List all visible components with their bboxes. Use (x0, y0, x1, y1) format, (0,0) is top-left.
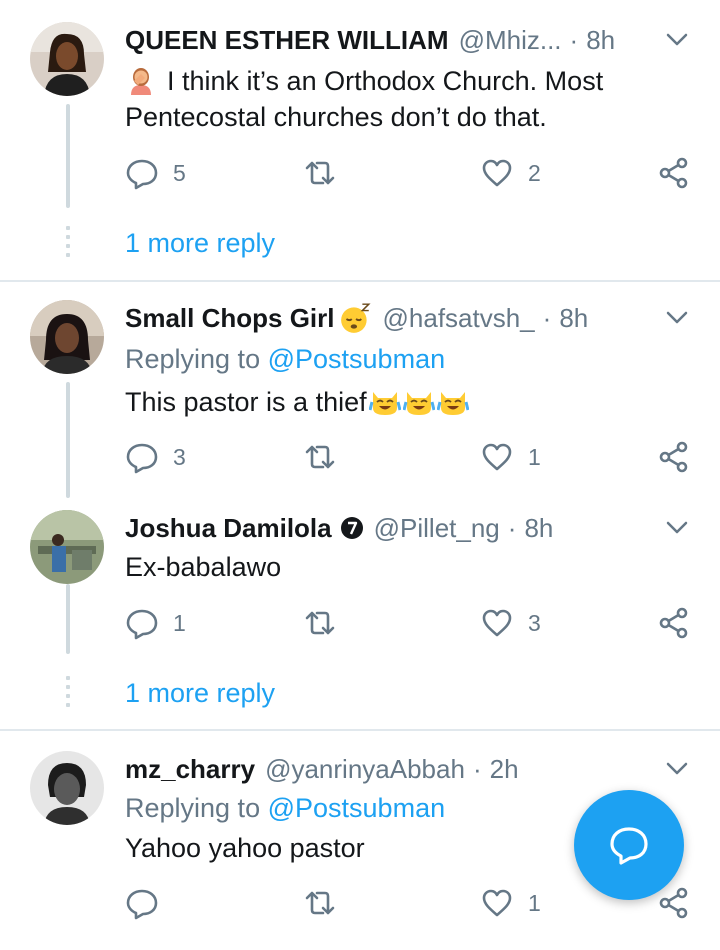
reply-button[interactable]: 1 (125, 603, 186, 643)
username[interactable]: @Mhiz... (459, 25, 562, 56)
replying-to: Replying to @Postsubman (125, 790, 445, 826)
more-replies-link[interactable]: 1 more reply (125, 225, 275, 261)
share-button[interactable] (657, 437, 691, 477)
reply-button[interactable]: 3 (125, 437, 186, 477)
reply-count: 3 (173, 443, 186, 470)
retweet-icon (305, 891, 335, 915)
retweet-button[interactable] (303, 883, 351, 923)
username[interactable]: @hafsatvsh_ (383, 303, 535, 334)
reply-count: 1 (173, 609, 186, 636)
share-icon (659, 441, 688, 473)
cat-tears-of-joy-emoji-icon (402, 392, 435, 415)
retweet-button[interactable] (303, 603, 351, 643)
share-icon (659, 607, 688, 639)
timestamp[interactable]: 8h (524, 513, 553, 544)
chevron-down-icon[interactable] (664, 514, 690, 540)
timestamp[interactable]: 8h (586, 25, 615, 56)
chevron-down-icon[interactable] (664, 755, 690, 781)
reply-icon (126, 889, 158, 920)
reply-count: 5 (173, 159, 186, 186)
display-name[interactable]: Small Chops Girl (125, 303, 335, 334)
display-name[interactable]: QUEEN ESTHER WILLIAM (125, 25, 449, 56)
cat-tears-of-joy-emoji-icon (436, 392, 469, 415)
avatar[interactable] (30, 510, 104, 584)
retweet-icon (305, 611, 335, 635)
reply-icon (126, 609, 158, 640)
like-icon (482, 889, 512, 917)
retweet-button[interactable] (303, 153, 351, 193)
share-button[interactable] (657, 153, 691, 193)
replying-to: Replying to @Postsubman (125, 341, 445, 377)
avatar[interactable] (30, 751, 104, 825)
like-button[interactable]: 3 (480, 603, 541, 643)
replying-to-label: Replying to (125, 344, 261, 374)
like-button[interactable]: 2 (480, 153, 541, 193)
reply-icon (126, 159, 158, 190)
tweet-3[interactable]: Joshua Damilola @Pillet_ng · 8h Ex-babal… (0, 490, 720, 728)
share-button[interactable] (657, 883, 691, 923)
avatar[interactable] (30, 22, 104, 96)
tweet-1[interactable]: QUEEN ESTHER WILLIAM @Mhiz... · 8h I thi… (0, 0, 720, 280)
retweet-button[interactable] (303, 437, 351, 477)
tweet-text: I think it’s an Orthodox Church. Most Pe… (125, 66, 604, 132)
like-icon (482, 159, 512, 187)
username[interactable]: @yanrinyaAbbah (265, 754, 465, 785)
tweet-2[interactable]: Small Chops Girl @hafsatvsh_ · 8h Replyi… (0, 282, 720, 498)
replying-to-label: Replying to (125, 793, 261, 823)
retweet-icon (305, 161, 335, 185)
tweet-actions: 3 1 (125, 437, 695, 477)
like-count: 1 (528, 443, 541, 470)
timestamp[interactable]: 8h (559, 303, 588, 334)
sleeping-face-emoji-icon (340, 303, 371, 333)
replying-to-mention[interactable]: @Postsubman (268, 793, 446, 823)
more-replies-link[interactable]: 1 more reply (125, 675, 275, 711)
tweet-text: Ex-babalawo (125, 552, 282, 582)
like-count: 2 (528, 159, 541, 186)
reply-button[interactable]: 5 (125, 153, 186, 193)
like-icon (482, 609, 512, 637)
timestamp[interactable]: 2h (490, 754, 519, 785)
compose-reply-button[interactable] (574, 790, 684, 900)
username[interactable]: @Pillet_ng (374, 513, 500, 544)
tweet-actions: 5 2 (125, 153, 695, 193)
retweet-icon (305, 445, 335, 469)
chevron-down-icon[interactable] (664, 26, 690, 52)
share-icon (659, 887, 688, 919)
replying-to-mention[interactable]: @Postsubman (268, 344, 446, 374)
facepalm-emoji-icon (131, 68, 151, 95)
chevron-down-icon[interactable] (664, 304, 690, 330)
tweet-text-container: I think it’s an Orthodox Church. Most Pe… (125, 63, 680, 135)
tweet-actions: 1 3 (125, 603, 695, 643)
compose-reply-icon (610, 827, 648, 865)
reply-button[interactable] (125, 883, 173, 923)
like-icon (482, 443, 512, 471)
like-button[interactable]: 1 (480, 883, 541, 923)
share-icon (659, 157, 688, 189)
avatar[interactable] (30, 300, 104, 374)
like-count: 3 (528, 609, 541, 636)
display-name[interactable]: mz_charry (125, 754, 255, 785)
like-count: 1 (528, 889, 541, 916)
reply-icon (126, 443, 158, 474)
share-button[interactable] (657, 603, 691, 643)
tweet-text-container: This pastor is a thief (125, 384, 680, 420)
number-seven-badge-icon (340, 517, 363, 539)
like-button[interactable]: 1 (480, 437, 541, 477)
display-name[interactable]: Joshua Damilola (125, 513, 332, 544)
cat-tears-of-joy-emoji-icon (368, 392, 401, 415)
tweet-text: This pastor is a thief (125, 387, 367, 417)
